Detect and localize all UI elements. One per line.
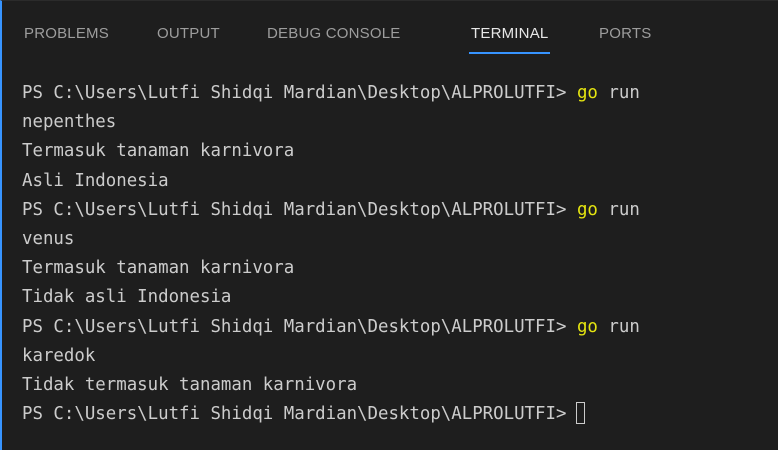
command-name: go xyxy=(576,199,598,220)
terminal-prompt-line: PS C:\Users\Lutfi Shidqi Mardian\Desktop… xyxy=(22,313,772,342)
tab-problems[interactable]: PROBLEMS xyxy=(24,25,109,43)
terminal-cursor[interactable] xyxy=(576,402,586,425)
prompt-text: PS C:\Users\Lutfi Shidqi Mardian\Desktop… xyxy=(22,199,567,220)
terminal-output-line: nepenthes xyxy=(22,112,117,133)
terminal-output-line: Tidak asli Indonesia xyxy=(22,287,232,308)
terminal-output-line: Termasuk tanaman karnivora xyxy=(22,141,295,162)
panel-tab-bar: PROBLEMS OUTPUT DEBUG CONSOLE TERMINAL P… xyxy=(2,1,778,73)
terminal-output-line: Asli Indonesia xyxy=(22,170,169,191)
terminal-output-line: Tidak termasuk tanaman karnivora xyxy=(22,374,358,395)
terminal-prompt-line: PS C:\Users\Lutfi Shidqi Mardian\Desktop… xyxy=(22,400,772,429)
terminal-prompt-line: PS C:\Users\Lutfi Shidqi Mardian\Desktop… xyxy=(22,196,772,225)
tab-output[interactable]: OUTPUT xyxy=(157,25,220,43)
terminal-panel: PROBLEMS OUTPUT DEBUG CONSOLE TERMINAL P… xyxy=(0,0,778,450)
prompt-text: PS C:\Users\Lutfi Shidqi Mardian\Desktop… xyxy=(22,404,567,425)
tab-terminal[interactable]: TERMINAL xyxy=(468,25,551,54)
terminal-output-line: venus xyxy=(22,228,75,249)
terminal-output-line: Termasuk tanaman karnivora xyxy=(22,258,295,279)
command-name: go xyxy=(576,83,598,103)
prompt-text: PS C:\Users\Lutfi Shidqi Mardian\Desktop… xyxy=(22,83,567,103)
terminal-output[interactable]: PS C:\Users\Lutfi Shidqi Mardian\Desktop… xyxy=(22,79,772,429)
command-args: run xyxy=(608,316,640,337)
command-name: go xyxy=(576,316,598,337)
prompt-text: PS C:\Users\Lutfi Shidqi Mardian\Desktop… xyxy=(22,316,567,337)
tab-debug-console[interactable]: DEBUG CONSOLE xyxy=(267,25,400,43)
terminal-output-line: karedok xyxy=(22,345,96,366)
terminal-prompt-line: PS C:\Users\Lutfi Shidqi Mardian\Desktop… xyxy=(22,79,772,108)
tab-ports[interactable]: PORTS xyxy=(599,25,651,43)
command-args: run xyxy=(608,83,640,103)
command-args: run xyxy=(608,199,640,220)
